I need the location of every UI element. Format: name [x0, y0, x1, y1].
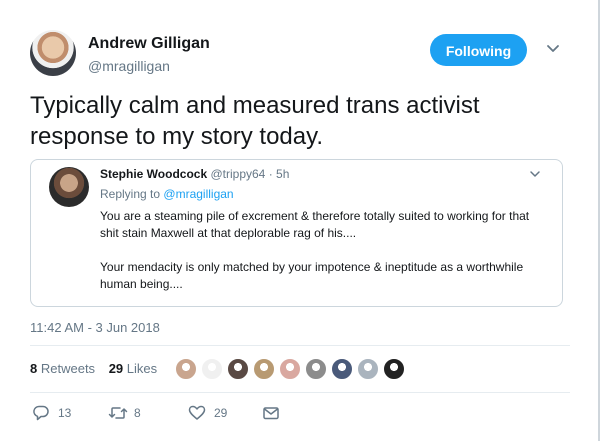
- meta-separator: ·: [268, 167, 273, 181]
- tweet-actions: 13 8 29: [30, 402, 570, 426]
- like-button[interactable]: 29: [188, 402, 238, 422]
- author-name[interactable]: Andrew Gilligan: [88, 35, 210, 53]
- heart-icon: [188, 405, 206, 420]
- replying-to-prefix: Replying to: [100, 187, 161, 201]
- liker-avatar[interactable]: [305, 358, 327, 380]
- retweets-count: 8: [30, 361, 38, 376]
- chevron-down-icon[interactable]: [529, 168, 541, 180]
- like-count: 29: [214, 406, 228, 420]
- chevron-down-icon[interactable]: [545, 40, 561, 56]
- replying-to-link[interactable]: @mragilligan: [163, 187, 233, 201]
- likes-count: 29: [108, 361, 124, 376]
- quoted-tweet[interactable]: Stephie Woodcock @trippy64 · 5h Replying…: [30, 159, 563, 307]
- following-button[interactable]: Following: [430, 34, 527, 66]
- quoted-author-name[interactable]: Stephie Woodcock: [100, 167, 207, 181]
- retweets-label: Retweets: [40, 361, 96, 376]
- retweet-count: 8: [134, 406, 141, 420]
- liker-avatar[interactable]: [175, 358, 197, 380]
- envelope-icon: [263, 407, 279, 420]
- retweet-arrows-icon: [108, 407, 128, 419]
- likes-stat[interactable]: 29 Likes: [109, 361, 157, 376]
- liker-avatar[interactable]: [227, 358, 249, 380]
- quoted-paragraph: You are a steaming pile of excrement & t…: [100, 209, 530, 240]
- reply-count: 13: [58, 406, 72, 420]
- liker-avatar[interactable]: [357, 358, 379, 380]
- author-avatar[interactable]: [30, 30, 76, 76]
- retweet-button[interactable]: 8: [108, 402, 158, 422]
- divider: [30, 345, 570, 346]
- tweet-timestamp[interactable]: 11:42 AM - 3 Jun 2018: [30, 320, 160, 335]
- reply-button[interactable]: 13: [32, 402, 82, 422]
- author-handle[interactable]: @mragilligan: [88, 58, 170, 74]
- divider: [30, 392, 570, 393]
- tweet-text: Typically calm and measured trans activi…: [30, 92, 480, 150]
- retweets-stat[interactable]: 8 Retweets: [30, 361, 95, 376]
- quoted-paragraph: Your mendacity is only matched by your i…: [100, 260, 524, 291]
- liker-avatar[interactable]: [383, 358, 405, 380]
- quoted-tweet-body: You are a steaming pile of excrement & t…: [100, 208, 540, 310]
- direct-message-button[interactable]: [262, 402, 286, 422]
- speech-bubble-icon: [33, 405, 49, 421]
- quoted-tweet-header: Stephie Woodcock @trippy64 · 5h: [100, 167, 289, 181]
- quoted-author-handle[interactable]: @trippy64: [210, 167, 265, 181]
- tweet-stats: 8 Retweets 29 Likes: [30, 361, 167, 376]
- liker-avatar[interactable]: [201, 358, 223, 380]
- likes-label: Likes: [126, 361, 158, 376]
- replying-to: Replying to @mragilligan: [100, 187, 234, 201]
- quoted-author-avatar[interactable]: [49, 167, 89, 207]
- tweet-header: Andrew Gilligan @mragilligan Following: [30, 30, 570, 82]
- liker-avatar[interactable]: [331, 358, 353, 380]
- quoted-tweet-age[interactable]: 5h: [276, 167, 289, 181]
- liker-avatar[interactable]: [253, 358, 275, 380]
- liker-avatar[interactable]: [279, 358, 301, 380]
